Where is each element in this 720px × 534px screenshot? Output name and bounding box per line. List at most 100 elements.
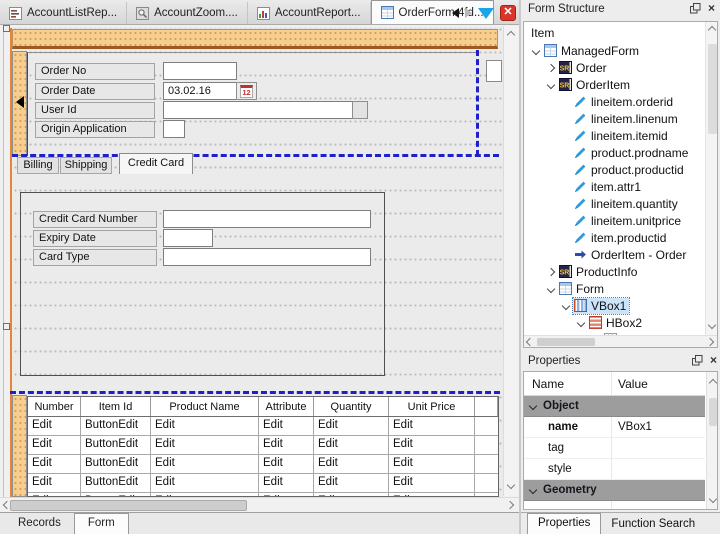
chevron-down-icon[interactable]: [577, 318, 585, 326]
tree-node-lineitem-quantity[interactable]: lineitem.quantity: [559, 195, 718, 212]
tree-node-vbox1[interactable]: VBox1: [559, 297, 718, 314]
table-row[interactable]: EditButtonEditEditEditEditEdit: [28, 455, 498, 474]
tree-node-orderitem-order[interactable]: OrderItem - Order: [559, 246, 718, 263]
table-cell[interactable]: Edit: [389, 474, 475, 492]
prop-row-tag[interactable]: tag: [524, 438, 705, 459]
tree-node-inner[interactable]: product.prodname: [573, 145, 691, 161]
table-cell[interactable]: Edit: [259, 436, 314, 454]
table-cell[interactable]: Edit: [314, 474, 389, 492]
chevron-right-icon[interactable]: [547, 63, 555, 71]
tree-node-inner[interactable]: HBox2: [588, 315, 645, 331]
order-items-table[interactable]: NumberItem IdProduct NameAttributeQuanti…: [27, 396, 499, 497]
collapse-arrow-icon[interactable]: [16, 96, 24, 108]
expand-slot[interactable]: [574, 320, 588, 326]
tree-scroll-down-icon[interactable]: [708, 321, 716, 329]
tree-node-inner[interactable]: ManagedForm: [543, 43, 642, 59]
order-section-sidebar[interactable]: [12, 51, 27, 156]
view-tab-records[interactable]: Records: [5, 515, 74, 534]
tree-node-inner[interactable]: lineitem.quantity: [573, 196, 681, 212]
doc-tab-accountzoom[interactable]: AccountZoom....: [127, 2, 248, 24]
float-panel-icon[interactable]: [690, 3, 701, 14]
doc-tab-accountlistrep[interactable]: AccountListRep...: [0, 2, 127, 24]
tree-node-inner[interactable]: lineitem.linenum: [573, 111, 681, 127]
tree-scroll-right-icon[interactable]: [706, 338, 714, 346]
view-tab-form[interactable]: Form: [74, 513, 129, 534]
user-id-field[interactable]: [163, 101, 353, 119]
expand-slot[interactable]: [544, 82, 558, 88]
table-cell[interactable]: ButtonEdit: [81, 474, 151, 492]
tree-node-inner[interactable]: lineitem.unitprice: [573, 213, 684, 229]
panel-tab-properties[interactable]: Properties: [527, 513, 601, 534]
prev-tab-icon[interactable]: [452, 8, 459, 18]
expand-slot[interactable]: [529, 48, 543, 54]
table-cell[interactable]: Edit: [28, 436, 81, 454]
page-tab-credit-card[interactable]: Credit Card: [119, 153, 193, 174]
expand-slot[interactable]: [559, 303, 573, 309]
table-cell[interactable]: ButtonEdit: [81, 455, 151, 473]
table-row[interactable]: EditButtonEditEditEditEditEdit: [28, 474, 498, 493]
close-document-icon[interactable]: ✕: [500, 5, 516, 21]
table-cell[interactable]: Edit: [151, 474, 259, 492]
properties-vertical-scrollbar[interactable]: [706, 372, 718, 510]
chevron-down-icon[interactable]: [547, 80, 555, 88]
next-tab-icon[interactable]: [465, 8, 472, 18]
scroll-right-icon[interactable]: [506, 501, 514, 509]
table-cell[interactable]: Edit: [259, 417, 314, 435]
tree-scroll-up-icon[interactable]: [708, 26, 716, 34]
panel-tab-function-search[interactable]: Function Search: [601, 516, 705, 534]
props-scroll-down-icon[interactable]: [709, 495, 717, 503]
expand-slot[interactable]: [544, 269, 558, 275]
tab-list-icon[interactable]: [478, 8, 494, 19]
expand-slot[interactable]: [544, 65, 558, 71]
table-cell[interactable]: Edit: [389, 455, 475, 473]
table-cell[interactable]: Edit: [151, 417, 259, 435]
form-container-band[interactable]: [12, 29, 498, 49]
calendar-picker-icon[interactable]: 12: [236, 82, 257, 100]
prop-row-name[interactable]: nameVBox1: [524, 417, 705, 438]
chevron-down-icon[interactable]: [547, 284, 555, 292]
order-date-field[interactable]: 03.02.16: [163, 82, 237, 100]
tree-node-lineitem-itemid[interactable]: lineitem.itemid: [559, 127, 718, 144]
props-scroll-thumb[interactable]: [709, 398, 717, 426]
container-resize-handle-middle[interactable]: [3, 323, 10, 330]
float-panel-icon[interactable]: [692, 355, 703, 366]
tree-node-orderitem[interactable]: SROrderItem: [544, 76, 718, 93]
tree-node-lineitem-unitprice[interactable]: lineitem.unitprice: [559, 212, 718, 229]
props-scroll-up-icon[interactable]: [709, 379, 717, 387]
tree-node-inner[interactable]: lineitem.orderid: [573, 94, 676, 110]
table-cell[interactable]: Edit: [314, 436, 389, 454]
table-cell[interactable]: Edit: [314, 417, 389, 435]
tree-node-inner[interactable]: SROrder: [558, 60, 610, 76]
table-cell[interactable]: Edit: [28, 455, 81, 473]
tree-node-inner[interactable]: SROrderItem: [558, 77, 633, 93]
tree-scroll-left-icon[interactable]: [526, 338, 534, 346]
designer-horizontal-scrollbar[interactable]: [0, 497, 519, 512]
tree-node-inner[interactable]: item.productid: [573, 230, 669, 246]
props-section-geometry[interactable]: Geometry: [524, 480, 705, 501]
tree-scroll-thumb[interactable]: [708, 44, 717, 134]
table-cell[interactable]: Edit: [151, 436, 259, 454]
order-no-field[interactable]: [163, 62, 237, 80]
props-section-object[interactable]: Object: [524, 396, 705, 417]
tree-node-item-productid[interactable]: item.productid: [559, 229, 718, 246]
tree-node-inner[interactable]: product.productid: [573, 162, 687, 178]
tree-hscroll-thumb[interactable]: [537, 338, 595, 346]
container-resize-handle-top[interactable]: [3, 25, 10, 32]
table-cell[interactable]: Edit: [389, 436, 475, 454]
tree-node-product-prodname[interactable]: product.prodname: [559, 144, 718, 161]
table-cell[interactable]: Edit: [28, 417, 81, 435]
table-cell[interactable]: ButtonEdit: [81, 436, 151, 454]
card-type-field[interactable]: [163, 248, 371, 266]
tree-vertical-scrollbar[interactable]: [705, 22, 718, 336]
chevron-down-icon[interactable]: [529, 486, 537, 494]
close-panel-icon[interactable]: ×: [710, 355, 717, 366]
table-cell[interactable]: Edit: [151, 455, 259, 473]
table-cell[interactable]: Edit: [259, 474, 314, 492]
table-cell[interactable]: Edit: [259, 455, 314, 473]
table-cell[interactable]: Edit: [314, 455, 389, 473]
tree-node-inner[interactable]: item.attr1: [573, 179, 644, 195]
origin-application-field[interactable]: [163, 120, 185, 138]
expiry-date-field[interactable]: [163, 229, 213, 247]
close-panel-icon[interactable]: ×: [708, 3, 715, 14]
designer-vertical-scrollbar[interactable]: [503, 26, 518, 496]
